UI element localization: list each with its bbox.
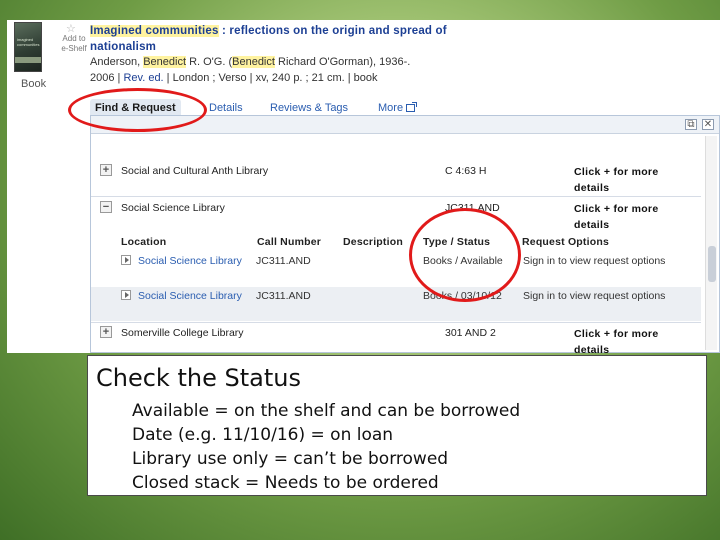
author-part: Anderson, <box>90 56 144 68</box>
holding-location-link[interactable]: Social Science Library <box>138 253 248 270</box>
header-description: Description <box>343 236 403 248</box>
expand-arrow-icon[interactable] <box>121 255 131 265</box>
callout-line: Library use only = can’t be borrowed <box>132 449 449 469</box>
library-call-number: 301 AND 2 <box>445 327 496 339</box>
library-name: Social Science Library <box>121 202 225 214</box>
expand-arrow-icon[interactable] <box>121 290 131 300</box>
author-part: R. O'G. ( <box>186 56 233 68</box>
status-explainer-box: Check the Status Available = on the shel… <box>87 355 707 496</box>
holding-location-link[interactable]: Social Science Library <box>138 288 248 305</box>
record-publication: 2006 | Rev. ed. | London ; Verso | xv, 2… <box>90 72 378 84</box>
library-name: Social and Cultural Anth Library <box>121 165 269 177</box>
red-circle-annotation <box>68 88 207 132</box>
holding-call-number: JC311.AND <box>256 255 311 267</box>
find-request-panel: ⧉ ✕ + Social and Cultural Anth Library C… <box>90 115 720 353</box>
book-cover-title: imagined communities <box>17 37 40 47</box>
library-call-number: C 4:63 H <box>445 165 487 177</box>
pub-type: book <box>353 72 378 84</box>
holding-row[interactable]: Social Science Library JC311.AND Books /… <box>91 287 701 321</box>
red-circle-annotation <box>409 208 521 302</box>
more-details-hint: Click + for more details <box>574 328 659 353</box>
holding-call-number: JC311.AND <box>256 290 311 302</box>
callout-lines: Available = on the shelf and can be borr… <box>132 399 520 495</box>
more-details-hint: Click + for more details <box>574 203 659 231</box>
pub-year: 2006 <box>90 72 115 84</box>
close-icon[interactable]: ✕ <box>702 119 714 130</box>
popout-icon <box>406 102 418 112</box>
header-request-options: Request Options <box>522 236 610 248</box>
record-author: Anderson, Benedict R. O'G. (Benedict Ric… <box>90 56 410 68</box>
pub-sep: | <box>163 72 173 84</box>
tab-more-label: More <box>378 102 404 114</box>
pub-place: London ; Verso <box>172 72 247 84</box>
record-title[interactable]: Imagined communities : reflections on th… <box>90 23 490 55</box>
callout-line: Closed stack = Needs to be ordered <box>132 473 439 493</box>
pub-extent: xv, 240 p. ; 21 cm. <box>255 72 345 84</box>
title-highlight: Imagined communities <box>90 25 219 37</box>
expand-icon[interactable]: + <box>100 164 112 176</box>
holding-row[interactable]: Social Science Library JC311.AND Books /… <box>91 252 701 286</box>
pub-sep: | <box>344 72 354 84</box>
request-options-text[interactable]: Sign in to view request options <box>523 255 689 267</box>
pub-edition: Rev. ed. <box>123 72 164 84</box>
more-details-hint: Click + for more details <box>574 166 659 194</box>
callout-line: Date (e.g. 11/10/16) = on loan <box>132 425 394 445</box>
book-cover-thumbnail[interactable]: imagined communities <box>14 22 42 72</box>
header-location: Location <box>121 236 167 248</box>
library-name: Somerville College Library <box>121 327 244 339</box>
format-label: Book <box>21 78 47 90</box>
popout-icon[interactable]: ⧉ <box>685 119 697 130</box>
author-highlight: Benedict <box>232 56 275 68</box>
callout-line: Available = on the shelf and can be borr… <box>132 401 521 421</box>
request-options-text[interactable]: Sign in to view request options <box>523 290 689 302</box>
pub-sep: | <box>246 72 256 84</box>
header-call-number: Call Number <box>257 236 322 248</box>
book-cover-stripe <box>15 57 41 63</box>
panel-scrollbar[interactable] <box>705 136 717 350</box>
callout-title: Check the Status <box>96 364 301 392</box>
author-part: Richard O'Gorman), 1936-. <box>274 56 411 68</box>
scrollbar-thumb[interactable] <box>708 246 716 282</box>
expand-icon[interactable]: + <box>100 326 112 338</box>
add-to-eshelf-link[interactable]: Add to e-Shelf <box>59 34 89 54</box>
row-divider <box>91 322 701 323</box>
catalog-screenshot: imagined communities Book ☆ Add to e-She… <box>7 20 720 353</box>
collapse-icon[interactable]: − <box>100 201 112 213</box>
row-divider <box>91 196 701 197</box>
author-highlight: Benedict <box>143 56 187 68</box>
